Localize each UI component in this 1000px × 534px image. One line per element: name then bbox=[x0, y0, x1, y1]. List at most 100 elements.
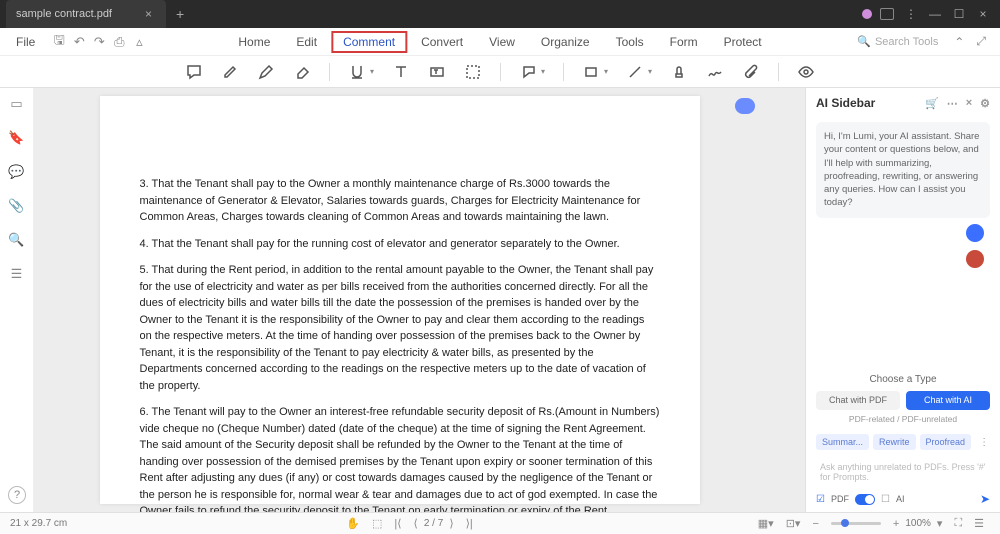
tab-form[interactable]: Form bbox=[658, 31, 710, 53]
hand-tool-icon[interactable]: ✋ bbox=[340, 517, 366, 530]
tab-edit[interactable]: Edit bbox=[284, 31, 329, 53]
zoom-in-icon[interactable]: + bbox=[887, 518, 905, 530]
close-tab-icon[interactable]: × bbox=[141, 7, 156, 21]
shape-rect-icon[interactable] bbox=[582, 63, 600, 81]
document-tab[interactable]: sample contract.pdf × bbox=[6, 0, 166, 28]
sidebar-settings-icon[interactable]: ⚙ bbox=[980, 97, 990, 110]
next-page-icon[interactable]: ⟩ bbox=[443, 517, 459, 530]
rewrite-chip[interactable]: Rewrite bbox=[873, 434, 916, 450]
tab-home[interactable]: Home bbox=[226, 31, 282, 53]
document-viewport[interactable]: 3. That the Tenant shall pay to the Owne… bbox=[34, 88, 765, 512]
zoom-out-icon[interactable]: − bbox=[806, 518, 824, 530]
paragraph-6: 6. The Tenant will pay to the Owner an i… bbox=[140, 404, 660, 512]
select-tool-icon[interactable]: ⬚ bbox=[366, 517, 388, 530]
stamp-icon[interactable] bbox=[670, 63, 688, 81]
attachments-panel-icon[interactable]: 📎 bbox=[8, 198, 24, 214]
help-icon[interactable]: ? bbox=[8, 486, 26, 504]
zoom-slider[interactable] bbox=[831, 522, 881, 525]
paragraph-3: 3. That the Tenant shall pay to the Owne… bbox=[140, 176, 660, 226]
minimize-icon[interactable]: — bbox=[928, 7, 942, 21]
ai-badge-icon[interactable] bbox=[966, 224, 984, 242]
read-mode-icon[interactable]: ☰ bbox=[968, 517, 990, 530]
ai-floating-icon[interactable] bbox=[735, 98, 755, 114]
share-icon[interactable]: ▵ bbox=[129, 34, 149, 50]
undo-icon[interactable]: ↶ bbox=[69, 34, 89, 50]
callout-icon[interactable] bbox=[519, 63, 537, 81]
file-menu[interactable]: File bbox=[8, 33, 43, 51]
zoom-value[interactable]: 100% bbox=[905, 518, 931, 529]
textbox-icon[interactable] bbox=[428, 63, 446, 81]
layers-icon[interactable]: ☰ bbox=[11, 266, 23, 282]
send-icon[interactable]: ➤ bbox=[980, 492, 990, 506]
chat-with-ai-button[interactable]: Chat with AI bbox=[906, 391, 990, 410]
view-mode-icon[interactable]: ▦▾ bbox=[752, 517, 780, 530]
sidebar-header: AI Sidebar 🛒 ⋯ × ⚙ bbox=[806, 88, 1000, 118]
save-icon[interactable]: 🖫 bbox=[49, 31, 69, 53]
search-tools-label: Search Tools bbox=[875, 36, 938, 48]
account-avatar-icon[interactable] bbox=[862, 9, 872, 19]
note-icon[interactable] bbox=[185, 63, 203, 81]
chat-with-pdf-button[interactable]: Chat with PDF bbox=[816, 391, 900, 410]
attachment-icon[interactable] bbox=[742, 63, 760, 81]
signature-icon[interactable] bbox=[706, 63, 724, 81]
collapse-ribbon-icon[interactable]: ⌃ bbox=[948, 35, 970, 49]
new-tab-button[interactable]: + bbox=[166, 6, 194, 22]
eraser-icon[interactable] bbox=[293, 63, 311, 81]
tab-view[interactable]: View bbox=[477, 31, 527, 53]
ai-checkbox-icon[interactable]: ☐ bbox=[881, 494, 890, 505]
comment-toolbar: ▾ ▾ ▾ ▾ bbox=[0, 56, 1000, 88]
maximize-icon[interactable]: ☐ bbox=[952, 7, 966, 21]
pdf-page: 3. That the Tenant shall pay to the Owne… bbox=[100, 96, 700, 504]
sidebar-more-icon[interactable]: ⋯ bbox=[947, 97, 958, 110]
zoom-dropdown-icon[interactable]: ▾ bbox=[931, 517, 949, 530]
expand-icon[interactable]: ⤢ bbox=[970, 34, 992, 49]
last-page-icon[interactable]: ⟩| bbox=[460, 517, 479, 530]
separator bbox=[778, 63, 779, 81]
eye-icon[interactable] bbox=[797, 63, 815, 81]
summarize-chip[interactable]: Summar... bbox=[816, 434, 869, 450]
highlight-icon[interactable] bbox=[221, 63, 239, 81]
first-page-icon[interactable]: |⟨ bbox=[388, 517, 407, 530]
bookmarks-icon[interactable]: 🔖 bbox=[8, 130, 24, 146]
pencil-icon[interactable] bbox=[257, 63, 275, 81]
pdf-toggle[interactable] bbox=[855, 494, 875, 505]
foot-ai-label: AI bbox=[896, 494, 905, 504]
ai-greeting: Hi, I'm Lumi, your AI assistant. Share y… bbox=[816, 122, 990, 218]
left-rail: ▭ 🔖 💬 📎 🔍 ☰ bbox=[0, 88, 34, 512]
prompt-input[interactable]: Ask anything unrelated to PDFs. Press '#… bbox=[816, 458, 990, 486]
sidebar-close-icon[interactable]: × bbox=[966, 97, 972, 109]
fit-icon[interactable]: ⊡▾ bbox=[780, 517, 807, 530]
search-panel-icon[interactable]: 🔍 bbox=[8, 232, 24, 248]
line-icon[interactable] bbox=[626, 63, 644, 81]
underline-icon[interactable] bbox=[348, 63, 366, 81]
paragraph-5: 5. That during the Rent period, in addit… bbox=[140, 262, 660, 394]
thumbnails-icon[interactable]: ▭ bbox=[10, 96, 22, 112]
cart-icon[interactable]: 🛒 bbox=[925, 97, 939, 110]
prev-page-icon[interactable]: ⟨ bbox=[408, 517, 424, 530]
choose-type-label: Choose a Type bbox=[806, 374, 1000, 385]
tab-protect[interactable]: Protect bbox=[712, 31, 774, 53]
pdf-checkbox-icon[interactable]: ☑ bbox=[816, 494, 825, 505]
main-area: ▭ 🔖 💬 📎 🔍 ☰ 3. That the Tenant shall pay… bbox=[0, 88, 1000, 512]
close-window-icon[interactable]: × bbox=[976, 7, 990, 21]
redo-icon[interactable]: ↷ bbox=[89, 34, 109, 50]
proofread-chip[interactable]: Proofread bbox=[920, 434, 972, 450]
search-tools[interactable]: 🔍 Search Tools bbox=[857, 35, 938, 48]
sidebar-footer: ☑ PDF ☐ AI ➤ bbox=[806, 486, 1000, 512]
print-icon[interactable]: ⎙ bbox=[109, 34, 129, 50]
tab-organize[interactable]: Organize bbox=[529, 31, 602, 53]
sidebar-title: AI Sidebar bbox=[816, 96, 875, 110]
tab-convert[interactable]: Convert bbox=[409, 31, 475, 53]
page-indicator[interactable]: 2 / 7 bbox=[424, 518, 443, 529]
more-actions-icon[interactable]: ⋮ bbox=[975, 437, 993, 448]
more-icon[interactable]: ⋮ bbox=[904, 7, 918, 21]
tab-comment[interactable]: Comment bbox=[331, 31, 407, 53]
fullscreen-icon[interactable]: ⛶ bbox=[948, 517, 968, 530]
tab-tools[interactable]: Tools bbox=[604, 31, 656, 53]
text-icon[interactable] bbox=[392, 63, 410, 81]
comments-panel-icon[interactable]: 💬 bbox=[8, 164, 24, 180]
area-highlight-icon[interactable] bbox=[464, 63, 482, 81]
window-layout-icon[interactable] bbox=[880, 8, 894, 20]
tab-title: sample contract.pdf bbox=[16, 8, 112, 20]
word-badge-icon[interactable] bbox=[966, 250, 984, 268]
